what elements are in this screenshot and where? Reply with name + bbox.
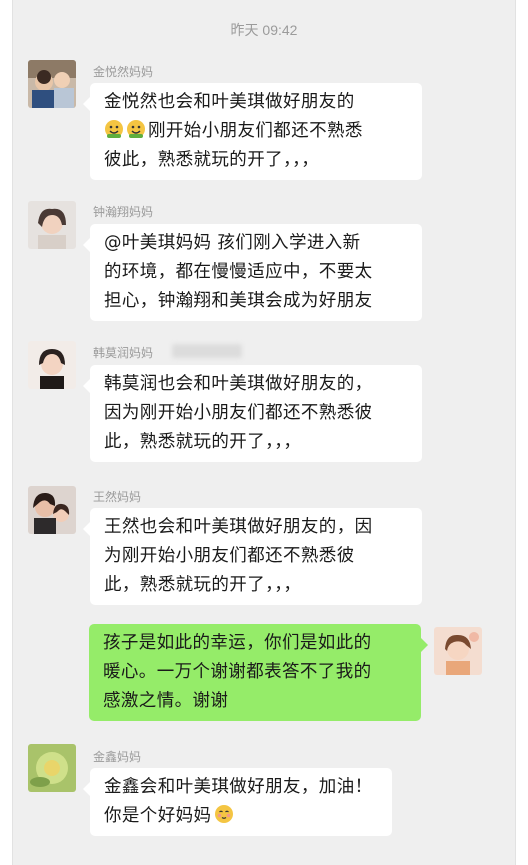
avatar[interactable] (28, 744, 76, 792)
message-text: 此，熟悉就玩的开了，，， (104, 575, 302, 595)
message-text: 此，熟悉就玩的开了，，， (104, 432, 302, 452)
avatar[interactable] (28, 341, 76, 389)
smile-emoji-icon (127, 120, 145, 138)
own-avatar[interactable] (434, 627, 482, 675)
message-text: 韩莫润也会和叶美琪做好朋友的， (104, 374, 373, 394)
message-text: 的环境，都在慢慢适应中，不要太 (104, 262, 373, 282)
message-text: 彼此，熟悉就玩的开了，，， (104, 150, 320, 170)
sender-name: 王然妈妈 (93, 490, 142, 504)
message-text: 为刚开始小朋友们都还不熟悉彼 (104, 546, 355, 566)
sender-name: 韩莫润妈妈 (93, 346, 154, 360)
redacted-text (172, 344, 242, 358)
message-bubble[interactable]: 金悦然也会和叶美琪做好朋友的 刚开始小朋友们都还不熟悉 彼此，熟悉就玩的开了，，… (83, 83, 422, 180)
message-text: 你是个好妈妈 (104, 806, 212, 826)
message-text: 孩子是如此的幸运，你们是如此的 (103, 633, 372, 653)
message-text: 感激之情。谢谢 (103, 691, 229, 711)
message-text: 担心，钟瀚翔和美琪会成为好朋友 (104, 291, 373, 311)
sender-name: 钟瀚翔妈妈 (93, 205, 154, 219)
blush-emoji-icon (215, 805, 234, 823)
message-bubble[interactable]: 王然也会和叶美琪做好朋友的，因 为刚开始小朋友们都还不熟悉彼 此，熟悉就玩的开了… (83, 508, 422, 605)
avatar[interactable] (28, 60, 76, 108)
message-text: @叶美琪妈妈 孩们刚入学进入新 (104, 233, 361, 253)
message-text: 金悦然也会和叶美琪做好朋友的 (104, 92, 355, 112)
smile-emoji-icon (105, 120, 123, 138)
message-text-with-emoji: 你是个好妈妈 (104, 802, 380, 831)
message-text-with-emoji: 刚开始小朋友们都还不熟悉 (104, 117, 410, 146)
avatar[interactable] (28, 201, 76, 249)
message-bubble[interactable]: 金鑫会和叶美琪做好朋友，加油！ 你是个好妈妈 (83, 768, 392, 836)
message-bubble[interactable]: 韩莫润也会和叶美琪做好朋友的， 因为刚开始小朋友们都还不熟悉彼 此，熟悉就玩的开… (83, 365, 422, 462)
avatar[interactable] (28, 486, 76, 534)
message-text: 因为刚开始小朋友们都还不熟悉彼 (104, 403, 373, 423)
message-text: 王然也会和叶美琪做好朋友的，因 (104, 517, 373, 537)
message-bubble-own[interactable]: 孩子是如此的幸运，你们是如此的 暖心。一万个谢谢都表答不了我的 感激之情。谢谢 (89, 624, 428, 721)
message-text: 刚开始小朋友们都还不熟悉 (148, 121, 363, 141)
chat-timestamp: 昨天 09:42 (230, 22, 298, 38)
sender-name: 金悦然妈妈 (93, 65, 154, 79)
message-text: 暖心。一万个谢谢都表答不了我的 (103, 662, 372, 682)
message-text: 金鑫会和叶美琪做好朋友，加油！ (104, 777, 373, 797)
sender-name: 金鑫妈妈 (93, 750, 142, 764)
message-bubble[interactable]: @叶美琪妈妈 孩们刚入学进入新 的环境，都在慢慢适应中，不要太 担心，钟瀚翔和美… (83, 224, 422, 321)
